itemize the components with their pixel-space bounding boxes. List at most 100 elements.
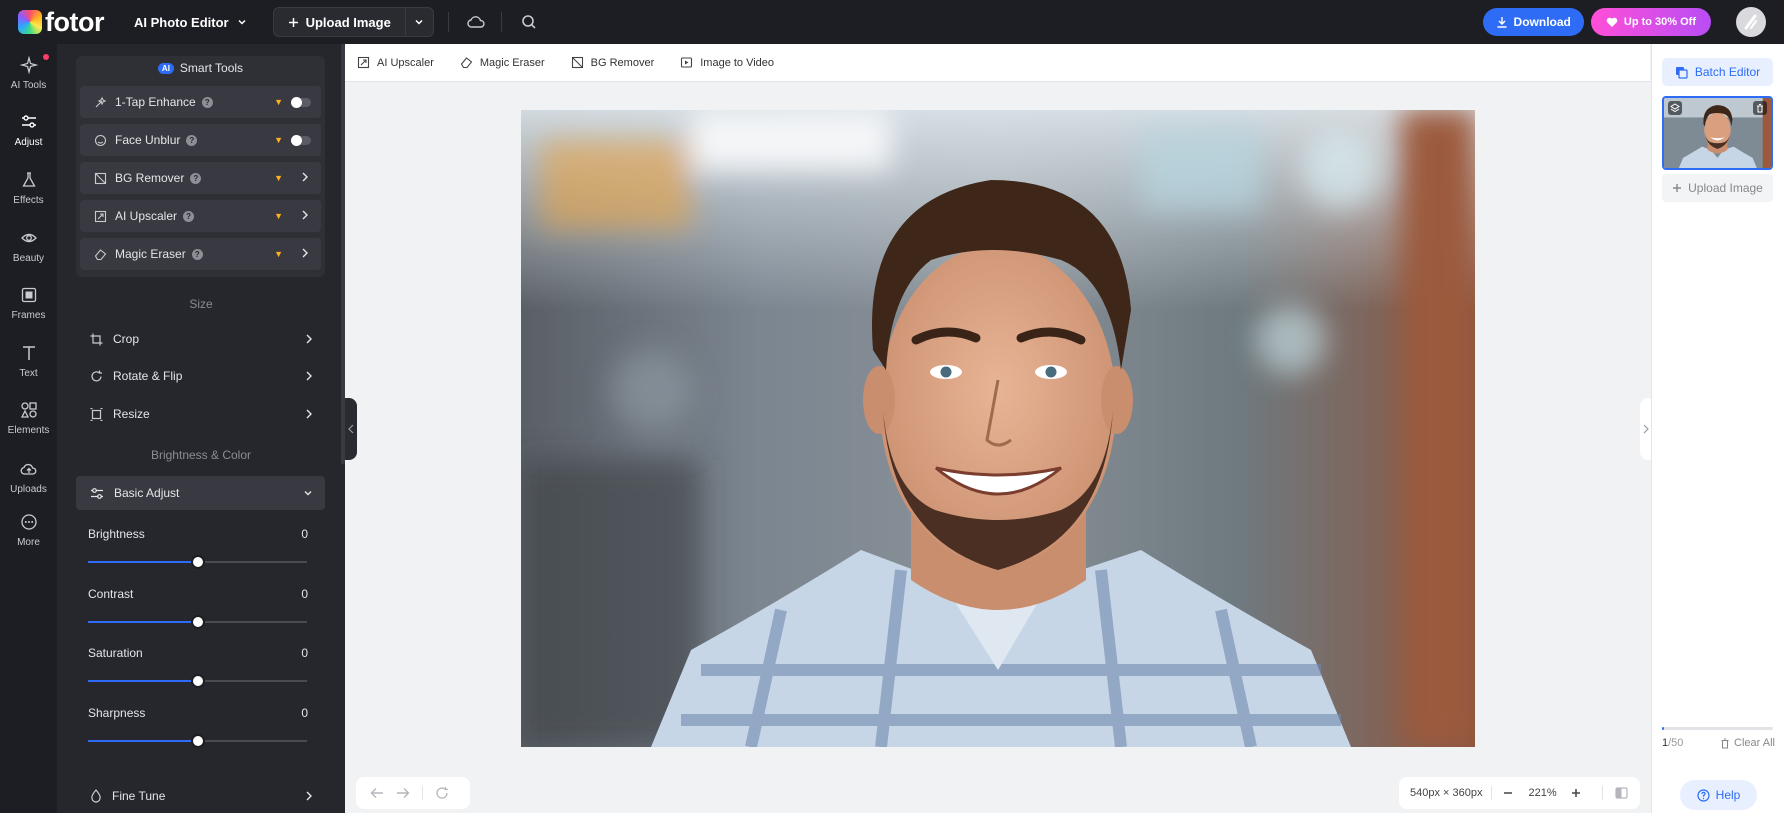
smart-tool-1-tap-enhance[interactable]: 1-Tap Enhance ? ▼ [80,86,321,118]
brightness-color-title: Brightness & Color [150,448,252,462]
help-icon[interactable]: ? [186,134,198,146]
help-icon[interactable]: ? [201,96,213,108]
rail-label: Uploads [10,483,47,495]
top-bar: fotor AI Photo Editor Upload Image Downl… [0,0,1784,44]
slider-value: 0 [301,527,308,541]
promo-label: Up to 30% Off [1623,16,1696,28]
upload-image-label: Upload Image [305,14,391,30]
help-icon[interactable]: ? [191,248,203,260]
compare-icon[interactable] [1615,787,1628,799]
rail-item-frames[interactable]: Frames [0,278,57,328]
help-button[interactable]: Help [1680,780,1757,810]
fine-tune-menu-item[interactable]: Fine Tune [76,779,325,813]
redo-icon[interactable] [396,787,410,799]
zoom-out-icon[interactable] [1502,787,1514,799]
smart-tool-bg-remover[interactable]: BG Remover ? ▼ [80,162,321,194]
rail-item-text[interactable]: Text [0,336,57,386]
smart-tool-label: Magic Eraser [115,247,186,261]
sliders-icon [21,114,36,128]
fotor-logo[interactable]: fotor [18,0,104,44]
app-title-label: AI Photo Editor [133,14,229,30]
search-icon[interactable] [518,11,540,33]
divider [1601,786,1603,800]
download-button[interactable]: Download [1482,8,1584,36]
quick-magic-eraser[interactable]: Magic Eraser [460,56,545,69]
portrait-photo [521,110,1475,747]
rail-label: More [17,536,40,548]
menu-label: Rotate & Flip [113,369,183,383]
slider-thumb[interactable] [190,734,205,748]
slider-thumb[interactable] [190,615,205,629]
divider [1491,786,1493,800]
zoom-controls: 540px × 360px 221% [1399,777,1640,809]
promo-button[interactable]: Up to 30% Off [1590,8,1711,36]
zoom-in-icon[interactable] [1570,787,1582,799]
upload-side-label: Upload Image [1688,181,1763,195]
frame-icon [21,287,36,302]
quick-bg-remover[interactable]: BG Remover [571,56,654,69]
slider-fill [88,561,198,563]
slider-label: Contrast [88,587,134,601]
slider-track[interactable] [88,674,307,688]
crown-icon: ▼ [274,173,283,183]
image-count-progress [1662,727,1773,730]
menu-label: Crop [113,332,140,346]
enhance-toggle[interactable] [291,96,311,108]
slider-track[interactable] [88,615,307,629]
help-icon [1697,788,1710,802]
clear-all-button[interactable]: Clear All [1720,737,1775,749]
rail-item-elements[interactable]: Elements [0,393,57,443]
upload-image-side-button[interactable]: Upload Image [1662,174,1773,202]
eye-icon [20,233,37,242]
progress-fill [1662,727,1665,730]
history-controls [356,777,470,809]
rail-item-more[interactable]: More [0,505,57,555]
drop-icon [91,789,101,803]
face-unblur-toggle[interactable] [291,134,311,146]
plus-icon [288,17,298,27]
divider [500,12,502,32]
undo-icon[interactable] [370,787,384,799]
rail-item-beauty[interactable]: Beauty [0,221,57,271]
smart-tool-magic-eraser[interactable]: Magic Eraser ? ▼ [80,238,321,270]
smart-tool-ai-upscaler[interactable]: AI Upscaler ? ▼ [80,200,321,232]
slider-thumb[interactable] [190,674,205,688]
resize-menu-item[interactable]: Resize [76,397,325,431]
reset-icon[interactable] [435,786,449,800]
smart-tool-face-unblur[interactable]: Face Unblur ? ▼ [80,124,321,156]
basic-adjust-toggle[interactable]: Basic Adjust [76,476,325,510]
photo-canvas[interactable] [521,110,1475,747]
rail-item-uploads[interactable]: Uploads [0,452,57,502]
help-icon[interactable]: ? [183,210,195,222]
user-avatar[interactable] [1736,7,1766,37]
cloud-icon[interactable] [465,11,487,33]
chevron-left-icon [348,424,354,434]
layers-icon[interactable] [1668,101,1682,115]
rail-item-effects[interactable]: Effects [0,163,57,213]
upload-dropdown-button[interactable] [404,8,433,36]
divider [422,786,423,800]
zoom-level[interactable]: 221% [1528,787,1556,799]
slider-track[interactable] [88,555,307,569]
app-title-dropdown[interactable]: AI Photo Editor [134,15,247,30]
batch-editor-button[interactable]: Batch Editor [1662,58,1773,86]
notification-dot [43,54,49,60]
upload-image-button[interactable]: Upload Image [274,8,405,36]
image-thumbnail[interactable] [1662,96,1773,170]
rotate-flip-menu-item[interactable]: Rotate & Flip [76,359,325,393]
slider-track[interactable] [88,734,307,748]
collapse-panel-button[interactable] [345,398,357,460]
quick-image-to-video[interactable]: Image to Video [680,56,774,69]
quick-ai-upscaler[interactable]: AI Upscaler [357,56,434,69]
trash-icon[interactable] [1753,101,1767,115]
crop-menu-item[interactable]: Crop [76,322,325,356]
rail-item-adjust[interactable]: Adjust [0,105,57,155]
help-icon[interactable]: ? [190,172,202,184]
chevron-right-icon [302,210,308,220]
divider [447,12,449,32]
rail-item-ai-tools[interactable]: AI Tools [0,48,57,98]
quick-label: Magic Eraser [479,56,545,69]
slider-fill [88,740,198,742]
slider-thumb[interactable] [190,555,205,569]
bg-remover-icon [571,56,583,69]
